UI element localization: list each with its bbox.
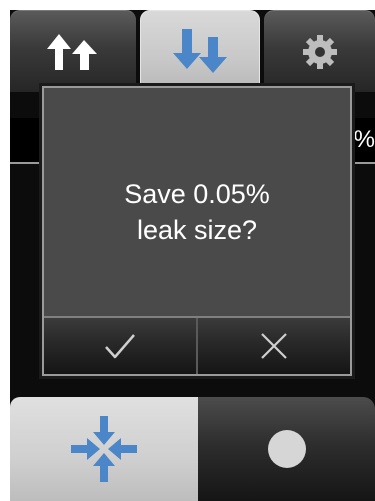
close-icon xyxy=(261,333,287,359)
record-dot-icon xyxy=(267,430,306,468)
sort-ascending-arrows-icon xyxy=(47,33,97,70)
dialog-message-line2: leak size? xyxy=(136,215,258,245)
tab-sort-up[interactable] xyxy=(10,10,136,92)
save-confirmation-dialog: Save 0.05% leak size? xyxy=(42,86,352,376)
gear-icon xyxy=(302,34,337,69)
record-button[interactable] xyxy=(198,397,375,501)
compress-arrows-icon xyxy=(71,416,137,482)
background-percent-text: % xyxy=(353,126,375,153)
dialog-button-row xyxy=(44,316,350,374)
tab-sort-down[interactable] xyxy=(140,10,260,92)
checkmark-icon xyxy=(105,334,135,359)
sort-descending-arrows-icon xyxy=(173,29,227,73)
tab-settings[interactable] xyxy=(264,10,375,92)
cancel-button[interactable] xyxy=(196,318,350,374)
compress-button[interactable] xyxy=(10,397,198,501)
dialog-message-line1: Save 0.05% xyxy=(124,179,270,209)
dialog-message: Save 0.05% leak size? xyxy=(44,176,350,248)
device-screen: % Save 0.05% leak size? xyxy=(10,10,375,501)
confirm-button[interactable] xyxy=(44,318,196,374)
